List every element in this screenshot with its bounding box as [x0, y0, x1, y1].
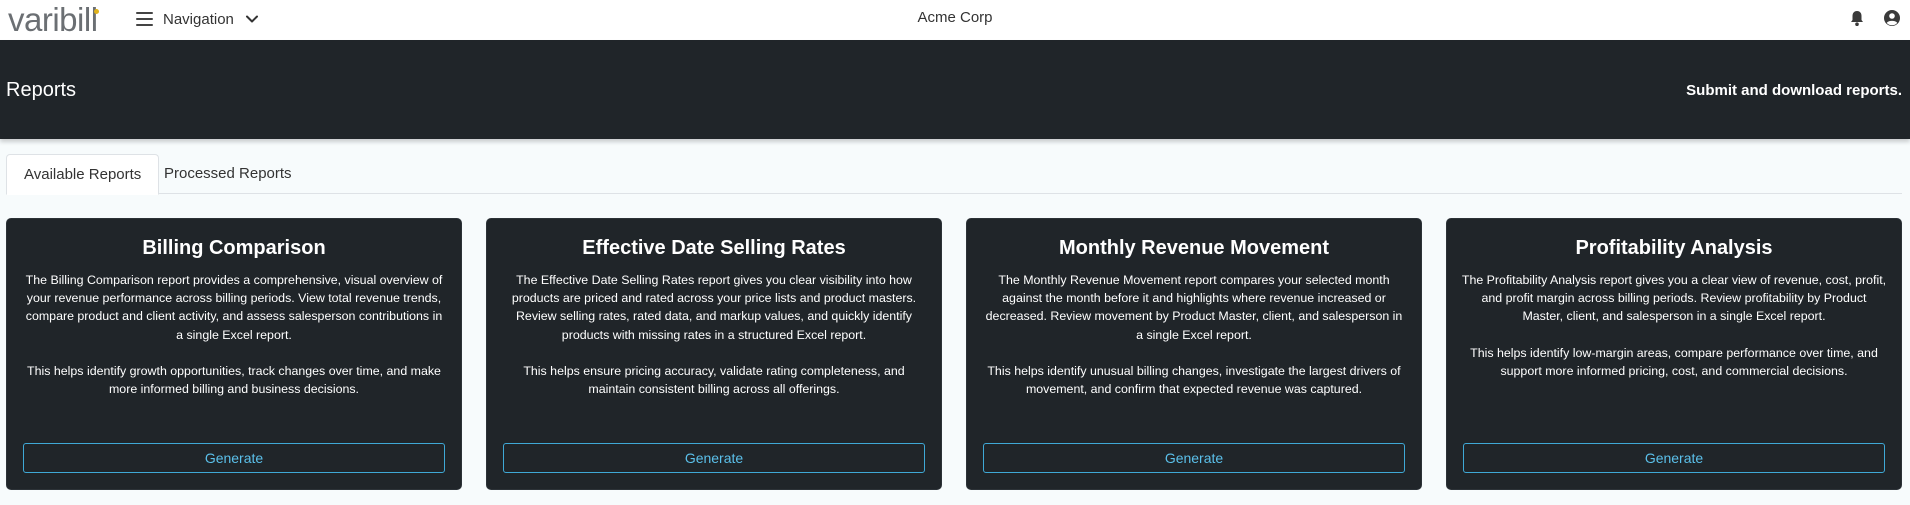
hamburger-icon — [136, 12, 153, 26]
card-description-main: The Profitability Analysis report gives … — [1461, 273, 1887, 324]
generate-button[interactable]: Generate — [23, 443, 445, 473]
top-navbar: varibill Navigation Acme Corp — [0, 0, 1910, 40]
varibill-logo[interactable]: varibill — [8, 0, 99, 38]
tab-processed-reports[interactable]: Processed Reports — [147, 154, 309, 194]
logo-text: varibill — [8, 0, 98, 38]
logo-dot — [94, 9, 99, 14]
card-description-benefit: This helps identify unusual billing chan… — [987, 364, 1401, 397]
card-description-benefit: This helps identify growth opportunities… — [27, 364, 441, 397]
chevron-down-icon — [245, 15, 258, 23]
page-header-banner: Reports Submit and download reports. — [0, 40, 1910, 139]
card-title: Billing Comparison — [142, 237, 326, 259]
page-subtitle: Submit and download reports. — [1686, 82, 1902, 99]
card-description-main: The Effective Date Selling Rates report … — [511, 273, 917, 342]
generate-button[interactable]: Generate — [503, 443, 925, 473]
card-description: The Monthly Revenue Movement report comp… — [981, 271, 1407, 398]
report-card-monthly-revenue-movement: Monthly Revenue Movement The Monthly Rev… — [966, 218, 1422, 490]
report-cards: Billing Comparison The Billing Compariso… — [6, 218, 1902, 490]
navigation-menu-toggle[interactable]: Navigation — [136, 6, 260, 32]
card-description: The Effective Date Selling Rates report … — [501, 271, 927, 398]
bell-icon[interactable] — [1848, 9, 1866, 27]
generate-button[interactable]: Generate — [983, 443, 1405, 473]
user-circle-icon[interactable] — [1883, 9, 1901, 27]
card-title: Profitability Analysis — [1575, 237, 1773, 259]
report-tabs: Available Reports Processed Reports — [6, 154, 1902, 195]
report-card-billing-comparison: Billing Comparison The Billing Compariso… — [6, 218, 462, 490]
organization-name: Acme Corp — [917, 9, 993, 26]
card-description-main: The Monthly Revenue Movement report comp… — [985, 273, 1403, 342]
card-title: Monthly Revenue Movement — [1058, 237, 1330, 259]
card-title: Effective Date Selling Rates — [582, 237, 846, 259]
generate-button[interactable]: Generate — [1463, 443, 1885, 473]
report-card-profitability-analysis: Profitability Analysis The Profitability… — [1446, 218, 1902, 490]
card-description: The Billing Comparison report provides a… — [21, 271, 447, 398]
tab-available-reports[interactable]: Available Reports — [6, 154, 160, 195]
card-description-main: The Billing Comparison report provides a… — [25, 273, 443, 342]
card-description: The Profitability Analysis report gives … — [1461, 271, 1887, 380]
page-title: Reports — [6, 79, 77, 101]
card-description-benefit: This helps identify low-margin areas, co… — [1470, 345, 1878, 378]
card-description-benefit: This helps ensure pricing accuracy, vali… — [523, 364, 905, 397]
report-card-effective-date-selling-rates: Effective Date Selling Rates The Effecti… — [486, 218, 942, 490]
navigation-label: Navigation — [163, 10, 234, 28]
